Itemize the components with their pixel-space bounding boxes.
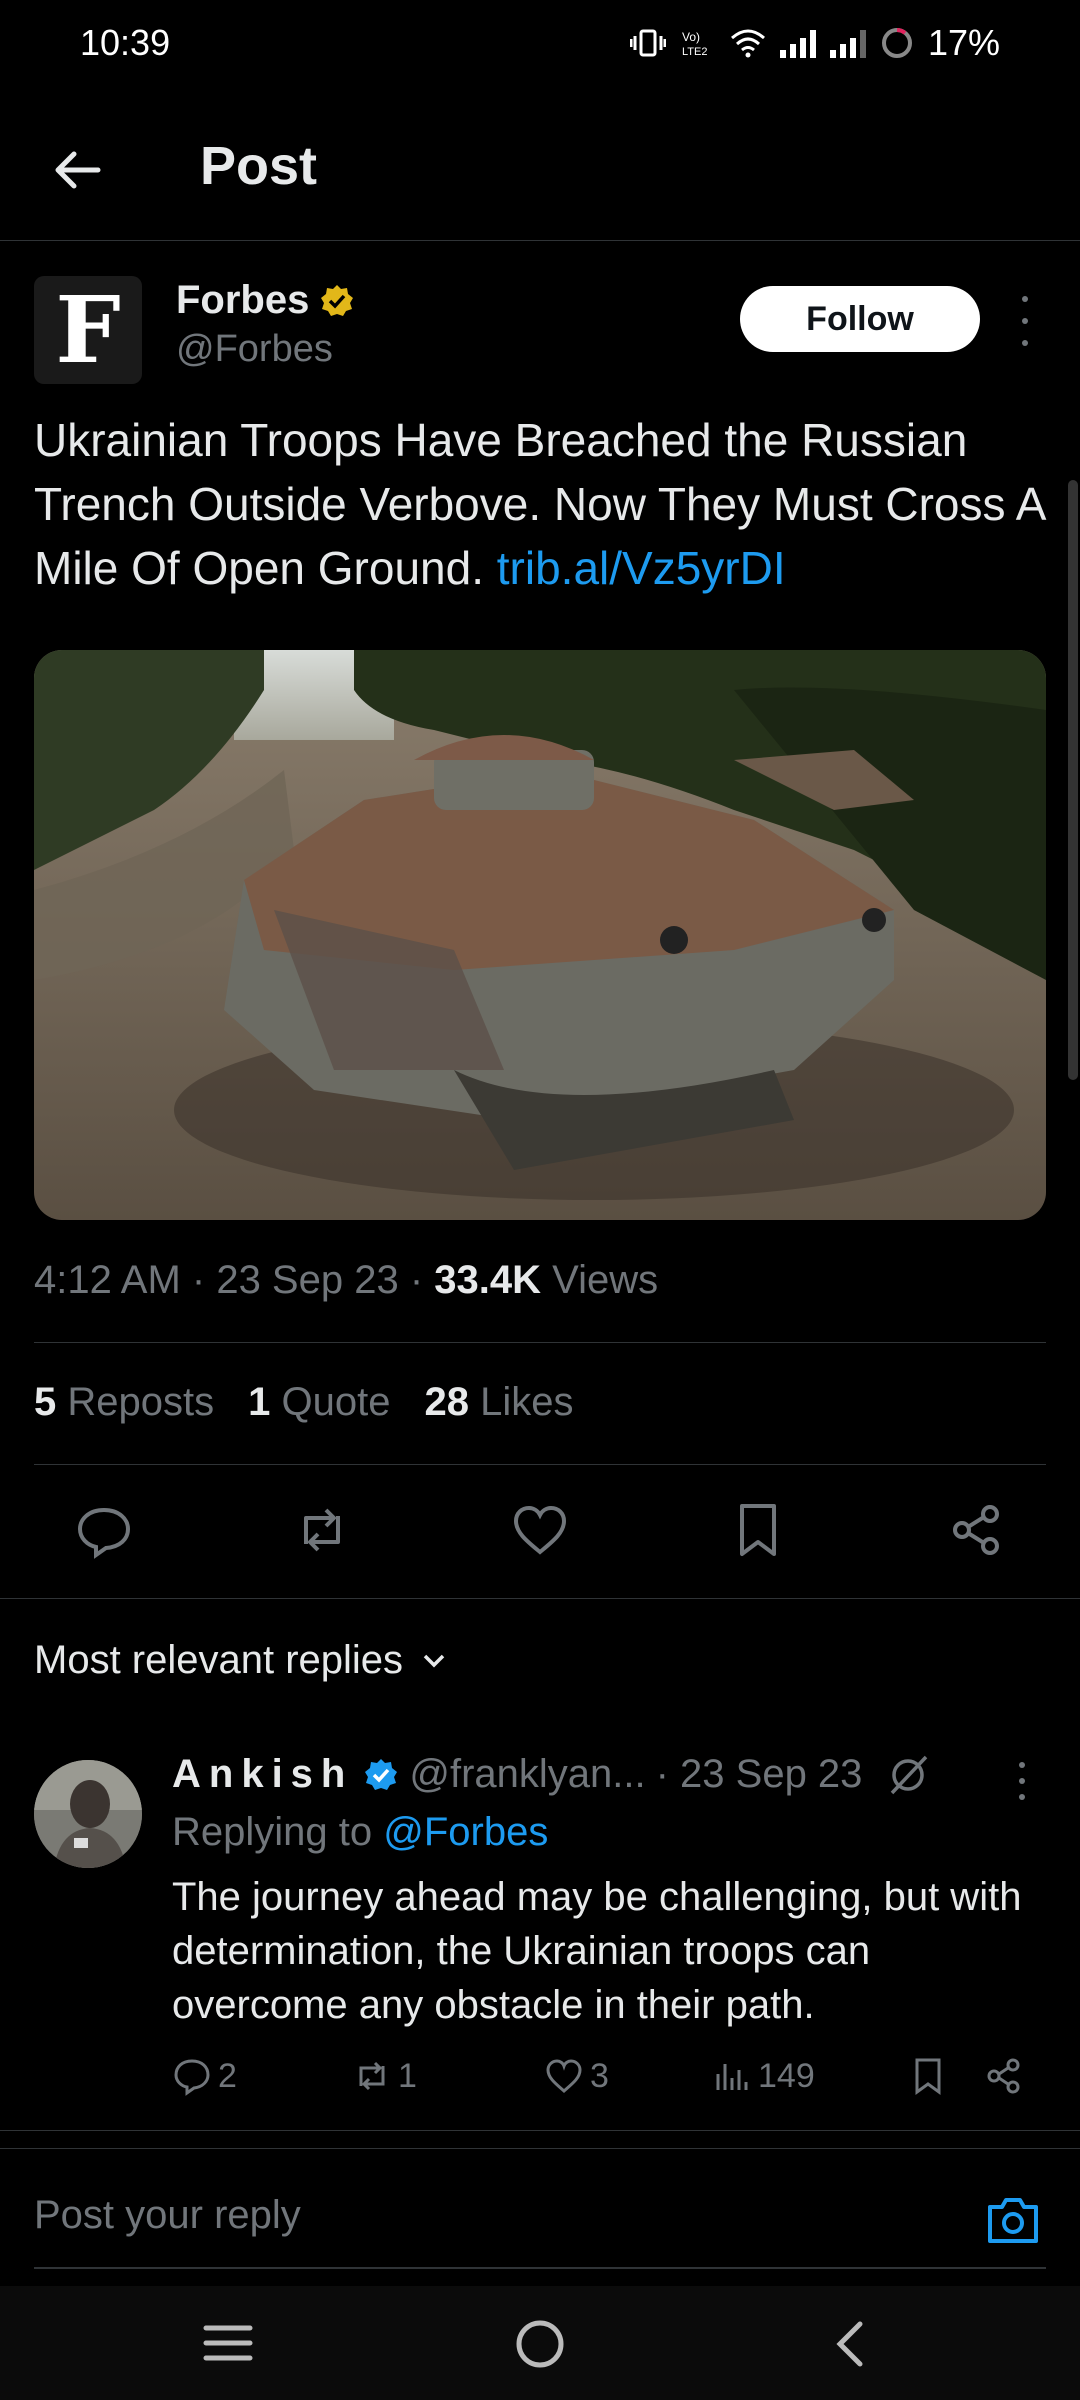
reply-views-button[interactable]: 149 <box>712 2056 815 2096</box>
likes-stat[interactable]: 28 Likes <box>424 1380 573 1425</box>
likes-count: 28 <box>424 1380 469 1424</box>
home-icon[interactable] <box>512 2316 568 2372</box>
svg-text:LTE2: LTE2 <box>682 46 707 58</box>
repost-icon[interactable] <box>292 1500 352 1560</box>
chevron-down-icon <box>423 1654 445 1667</box>
reply-date: · 23 Sep 23 <box>655 1752 863 1796</box>
replying-to-link[interactable]: @Forbes <box>383 1810 548 1854</box>
reply-more-options-icon[interactable] <box>1012 1762 1032 1800</box>
recent-apps-icon[interactable] <box>200 2320 256 2366</box>
follow-button[interactable]: Follow <box>740 286 980 352</box>
reply-repost-button[interactable]: 1 <box>352 2056 417 2096</box>
page-title: Post <box>200 136 318 196</box>
section-divider <box>0 2130 1080 2131</box>
reply-bookmark-button[interactable] <box>908 2056 948 2096</box>
reply-repost-count: 1 <box>398 2056 417 2095</box>
verified-gold-icon <box>321 284 354 316</box>
volte-icon: Vo) LTE2 <box>682 30 707 58</box>
like-icon[interactable] <box>510 1500 570 1560</box>
post-date: 23 Sep 23 <box>216 1258 399 1302</box>
reply-reply-button[interactable]: 2 <box>172 2056 237 2096</box>
quotes-stat[interactable]: 1 Quote <box>248 1380 390 1425</box>
battery-percent: 17% <box>927 22 1000 63</box>
reply-header: Ankish @franklyan... · 23 Sep 23 <box>172 1752 934 1797</box>
post-actions <box>34 1490 1046 1570</box>
reply-reply-count: 2 <box>218 2056 237 2095</box>
reply-actions: 2 1 3 149 <box>172 2056 1032 2106</box>
author-handle: @Forbes <box>176 328 333 370</box>
verified-blue-icon <box>365 1758 398 1790</box>
composer-underline <box>34 2267 1046 2269</box>
likes-label: Likes <box>480 1380 574 1424</box>
avatar-letter: F <box>55 276 121 384</box>
reply-text: The journey ahead may be challenging, bu… <box>172 1875 1022 2027</box>
reposts-stat[interactable]: 5 Reposts <box>34 1380 214 1425</box>
share-icon[interactable] <box>946 1500 1006 1560</box>
replies-sort-label: Most relevant replies <box>34 1638 404 1682</box>
camera-icon[interactable] <box>984 2191 1042 2249</box>
back-nav-icon[interactable] <box>830 2316 870 2372</box>
reply-author-name[interactable]: Ankish <box>172 1752 353 1797</box>
reply-like-button[interactable]: 3 <box>544 2056 609 2096</box>
author-name-row[interactable]: Forbes <box>176 278 355 323</box>
reply-author-handle: @franklyan... <box>409 1752 646 1796</box>
armored-vehicle-photo <box>34 650 1046 1220</box>
signal-2-icon <box>829 28 866 58</box>
battery-icon <box>881 28 912 58</box>
divider <box>34 1464 1046 1465</box>
system-nav-bar <box>0 2286 1080 2400</box>
divider <box>34 1342 1046 1343</box>
share-icon <box>987 2058 1020 2094</box>
signal-1-icon <box>779 28 816 58</box>
wifi-icon <box>730 29 765 58</box>
post-image[interactable] <box>34 650 1046 1220</box>
quotes-label: Quote <box>281 1380 391 1424</box>
post-time: 4:12 AM <box>34 1258 181 1302</box>
post-text: Ukrainian Troops Have Breached the Russi… <box>34 408 1054 600</box>
replying-prefix: Replying to <box>172 1810 373 1854</box>
more-options-icon[interactable] <box>1012 296 1038 346</box>
author-name: Forbes <box>176 278 310 322</box>
repost-icon <box>359 2061 385 2091</box>
replies-sort-dropdown[interactable]: Most relevant replies <box>34 1638 449 1683</box>
engagement-stats: 5 Reposts 1 Quote 28 Likes <box>34 1380 573 1425</box>
grok-icon[interactable] <box>884 1753 934 1797</box>
scrollbar[interactable] <box>1068 480 1078 1080</box>
reply-icon <box>174 2059 210 2096</box>
post-link[interactable]: trib.al/Vz5yrDI <box>497 542 786 594</box>
reply-avatar-photo <box>34 1760 142 1868</box>
back-arrow-icon[interactable] <box>48 140 108 200</box>
section-divider <box>0 1598 1080 1599</box>
author-avatar[interactable]: F <box>34 276 142 384</box>
status-bar: 10:39 Vo) LTE2 17% <box>0 0 1080 90</box>
reply-avatar[interactable] <box>34 1760 142 1868</box>
views-count: 33.4K <box>434 1258 542 1302</box>
replying-to: Replying to @Forbes <box>172 1810 548 1855</box>
status-icons: Vo) LTE2 17% <box>629 22 1000 64</box>
top-app-bar: Post <box>0 100 1080 241</box>
reposts-label: Reposts <box>67 1380 215 1424</box>
reply-view-count: 149 <box>758 2056 815 2095</box>
post-metadata: 4:12 AM · 23 Sep 23 · 33.4K Views <box>34 1258 659 1302</box>
bookmark-icon <box>915 2058 941 2095</box>
reposts-count: 5 <box>34 1380 57 1424</box>
views-label: Views <box>552 1258 659 1302</box>
reply-input[interactable]: Post your reply <box>34 2193 301 2238</box>
reply-icon[interactable] <box>74 1500 134 1560</box>
status-time: 10:39 <box>80 22 171 63</box>
reply-composer: Post your reply <box>0 2148 1080 2289</box>
analytics-icon <box>716 2064 748 2090</box>
like-icon <box>546 2059 582 2093</box>
quotes-count: 1 <box>248 1380 271 1424</box>
reply-share-button[interactable] <box>984 2056 1024 2096</box>
bookmark-icon[interactable] <box>728 1500 788 1560</box>
reply-like-count: 3 <box>590 2056 609 2095</box>
svg-text:Vo): Vo) <box>682 30 700 44</box>
vibrate-icon <box>629 29 666 57</box>
